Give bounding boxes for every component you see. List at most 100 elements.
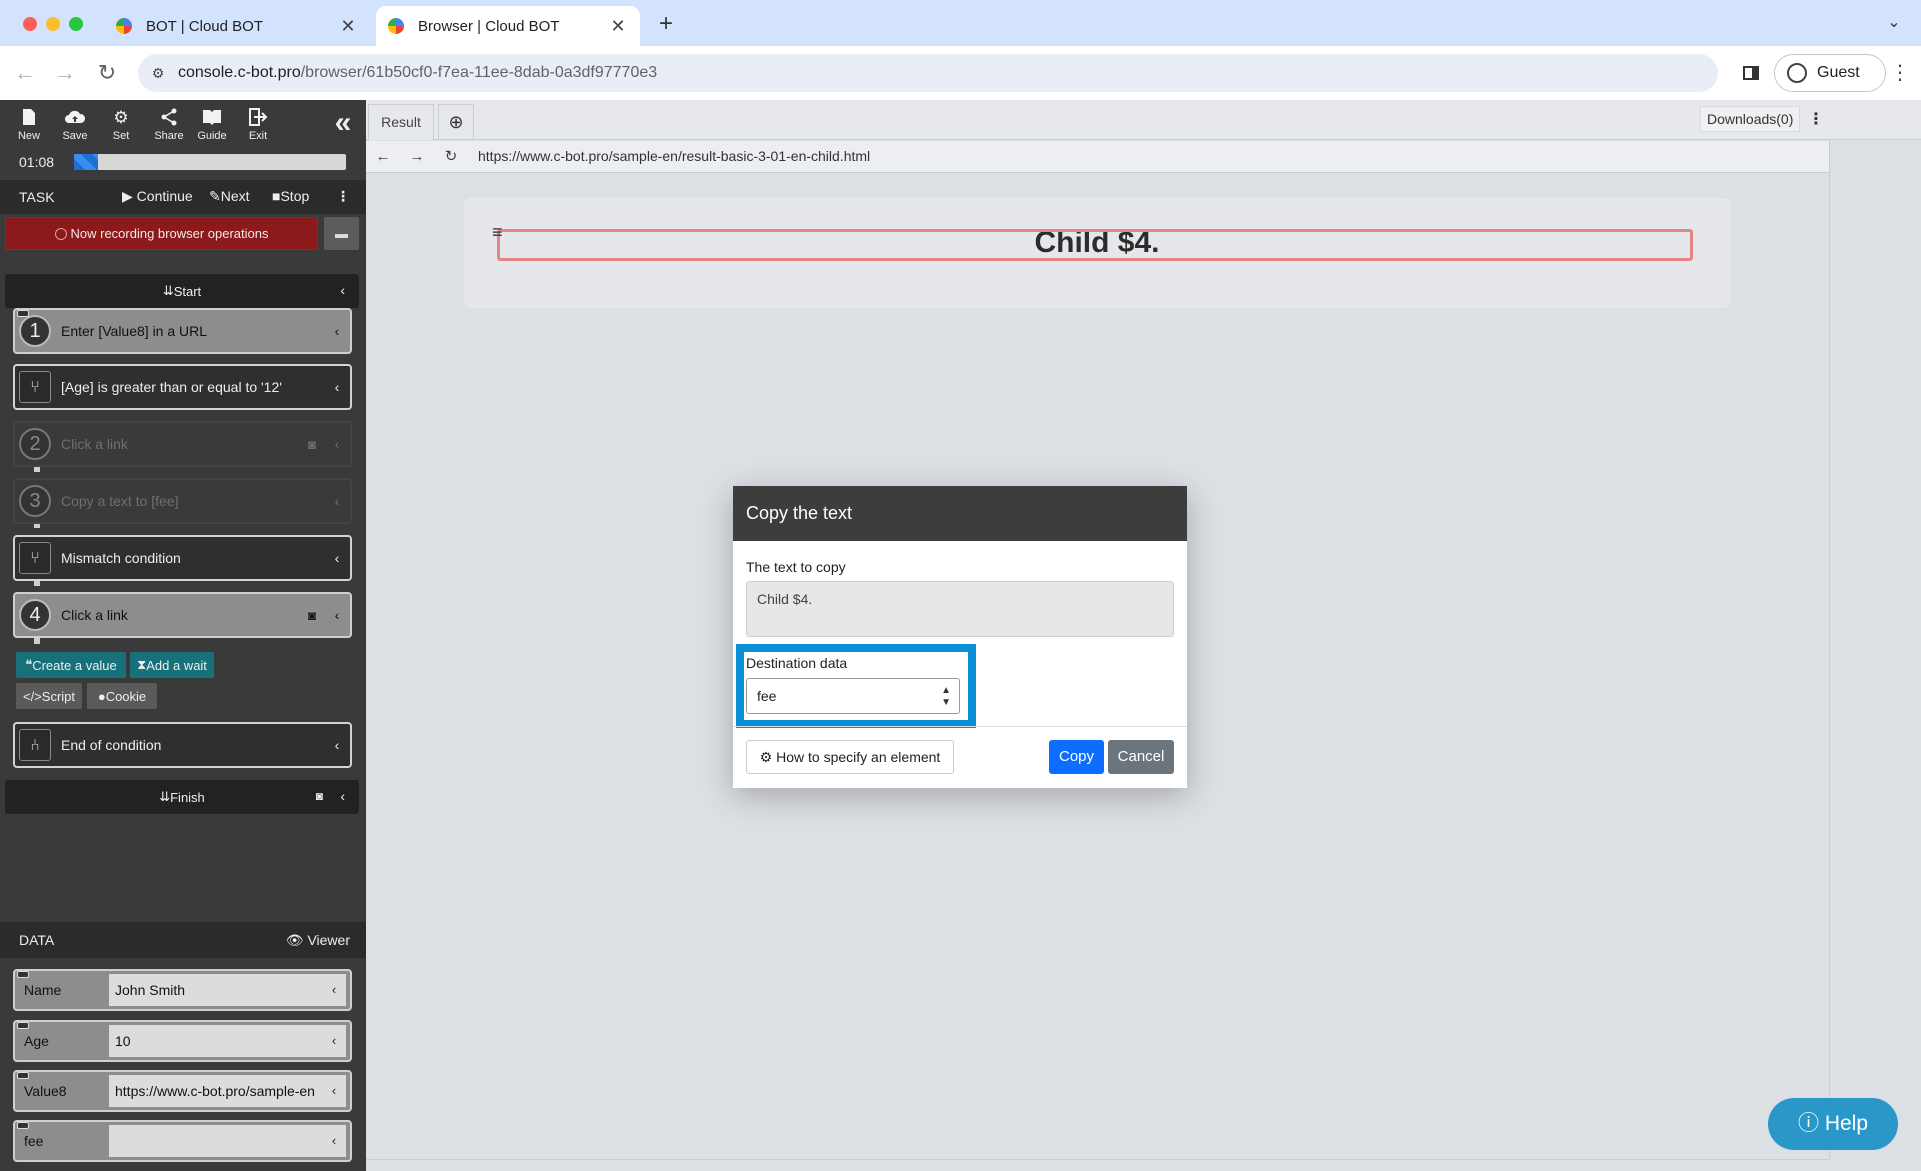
chevron-left-icon[interactable]: ‹ — [322, 974, 346, 1006]
add-tab-plus-icon[interactable]: ⊕ — [438, 104, 474, 140]
chevron-left-icon[interactable]: ‹ — [324, 379, 350, 395]
recording-panel-icon[interactable]: ▬ — [324, 217, 359, 250]
guide-button[interactable]: Guide — [190, 108, 234, 142]
step-3-copy-text[interactable]: 3 Copy a text to [fee] ‹ — [13, 478, 352, 524]
drag-handle-icon[interactable] — [17, 310, 29, 317]
share-button[interactable]: Share — [147, 108, 191, 142]
drag-handle-icon[interactable] — [17, 1072, 29, 1079]
address-bar[interactable]: ⚙ console.c-bot.pro/browser/61b50cf0-f7e… — [138, 54, 1718, 92]
stop-button[interactable]: ■Stop — [272, 188, 309, 204]
destination-data-select[interactable]: fee ▲ ▼ — [746, 678, 960, 714]
browser-tab-browser[interactable]: Browser | Cloud BOT ✕ — [376, 6, 640, 46]
start-bar[interactable]: ⇊ Start ‹ — [5, 274, 359, 308]
chevron-left-icon[interactable]: ‹ — [322, 1025, 346, 1057]
copy-button[interactable]: Copy — [1049, 740, 1104, 774]
tab-result[interactable]: Result — [368, 104, 434, 140]
data-row-name[interactable]: Name John Smith ‹ — [13, 969, 352, 1011]
step-condition-age[interactable]: ⑂ [Age] is greater than or equal to '12'… — [13, 364, 352, 410]
help-button[interactable]: ⓘ Help — [1768, 1098, 1898, 1150]
site-info-icon[interactable]: ⚙ — [138, 65, 178, 82]
add-wait-label: Add a wait — [146, 657, 207, 673]
collapse-panel-icon[interactable]: « — [326, 108, 360, 142]
finish-bar[interactable]: ⇊ Finish ◙ ‹ — [5, 780, 359, 814]
cancel-button[interactable]: Cancel — [1108, 740, 1174, 774]
step-4-click-link[interactable]: 4 Click a link ◙ ‹ — [13, 592, 352, 638]
camera-icon[interactable]: ◙ — [300, 437, 324, 452]
content-tab-bar: Result ⊕ Downloads(0) ⋮ — [366, 100, 1921, 140]
cookie-button[interactable]: ● Cookie — [87, 683, 157, 709]
script-button[interactable]: </> Script — [16, 683, 82, 709]
exit-button[interactable]: Exit — [236, 108, 280, 142]
expand-down-icon: ⇊ — [162, 283, 174, 298]
save-button[interactable]: Save — [53, 108, 97, 142]
chevron-left-icon[interactable]: ‹ — [322, 1125, 346, 1157]
chevron-left-icon[interactable]: ‹ — [324, 323, 350, 339]
new-button[interactable]: New — [7, 108, 51, 142]
tab-label: BOT | Cloud BOT — [146, 17, 263, 35]
how-to-specify-button[interactable]: ⚙ How to specify an element — [746, 740, 954, 774]
data-value[interactable]: John Smith — [109, 974, 322, 1006]
drag-handle-icon[interactable] — [17, 1122, 29, 1129]
chevron-left-icon[interactable]: ‹ — [324, 550, 350, 566]
next-button[interactable]: ✎Next — [209, 188, 250, 205]
chevron-left-icon[interactable]: ‹ — [322, 1075, 346, 1107]
back-arrow-icon[interactable]: ← — [10, 58, 40, 88]
close-icon[interactable]: ✕ — [608, 16, 628, 37]
window-maximize-button[interactable] — [69, 17, 83, 31]
camera-icon[interactable]: ◙ — [300, 608, 324, 623]
reload-icon[interactable]: ↻ — [92, 58, 122, 88]
data-row-fee[interactable]: fee ‹ — [13, 1120, 352, 1162]
create-value-button[interactable]: ❝ Create a value — [16, 652, 126, 678]
chevron-left-icon[interactable]: ‹ — [340, 788, 345, 804]
viewer-button[interactable]: 👁 Viewer — [286, 932, 350, 949]
tab-label: Browser | Cloud BOT — [418, 17, 560, 35]
side-panel-icon[interactable] — [1736, 58, 1766, 88]
embedded-url[interactable]: https://www.c-bot.pro/sample-en/result-b… — [478, 148, 870, 164]
window-minimize-button[interactable] — [46, 17, 60, 31]
drag-handle-icon[interactable] — [17, 971, 29, 978]
chevron-left-icon[interactable]: ‹ — [324, 493, 350, 509]
text-to-copy-field[interactable]: Child $4. — [746, 581, 1174, 637]
chevron-left-icon[interactable]: ‹ — [324, 436, 350, 452]
data-value[interactable]: 10 — [109, 1025, 322, 1057]
eye-icon: 👁 — [285, 932, 304, 948]
forward-arrow-icon[interactable]: → — [50, 58, 80, 88]
close-icon[interactable]: ✕ — [338, 16, 358, 37]
back-arrow-icon[interactable]: ← — [370, 145, 396, 169]
data-value[interactable]: https://www.c-bot.pro/sample-en — [109, 1075, 322, 1107]
window-close-button[interactable] — [23, 17, 37, 31]
reload-icon[interactable]: ↻ — [438, 145, 464, 169]
step-2-click-link[interactable]: 2 Click a link ◙ ‹ — [13, 421, 352, 467]
branch-icon: ⑂ — [19, 371, 51, 403]
settings-button[interactable]: ⚙ Set — [99, 108, 143, 142]
data-value[interactable] — [109, 1125, 322, 1157]
step-label: End of condition — [61, 737, 162, 753]
profile-button[interactable]: Guest — [1774, 54, 1886, 92]
data-row-value8[interactable]: Value8 https://www.c-bot.pro/sample-en ‹ — [13, 1070, 352, 1112]
element-highlight — [497, 229, 1693, 261]
downloads-button[interactable]: Downloads(0) — [1700, 106, 1801, 132]
chevron-left-icon[interactable]: ‹ — [324, 737, 350, 753]
content-menu-icon[interactable]: ⋮ — [1808, 108, 1824, 132]
step-label: Mismatch condition — [61, 550, 181, 566]
add-wait-button[interactable]: ⧗ Add a wait — [130, 652, 214, 678]
set-label: Set — [112, 130, 130, 142]
drag-handle-icon[interactable] — [17, 1022, 29, 1029]
chevron-left-icon[interactable]: ‹ — [324, 607, 350, 623]
task-menu-icon[interactable]: ⋮ — [336, 188, 350, 205]
camera-icon[interactable]: ◙ — [316, 789, 323, 803]
new-tab-plus-icon[interactable]: + — [654, 10, 678, 38]
step-mismatch-condition[interactable]: ⑂ Mismatch condition ‹ — [13, 535, 352, 581]
data-row-age[interactable]: Age 10 ‹ — [13, 1020, 352, 1062]
step-end-of-condition[interactable]: ⑃ End of condition ‹ — [13, 722, 352, 768]
tab-search-chevron-icon[interactable]: ⌄ — [1881, 10, 1907, 36]
continue-button[interactable]: ▶ Continue — [122, 188, 193, 205]
browser-menu-icon[interactable]: ⋮ — [1888, 58, 1912, 88]
step-1-enter-url[interactable]: 1 Enter [Value8] in a URL ‹ — [13, 308, 352, 354]
quote-icon: ❝ — [25, 657, 33, 672]
chevron-left-icon[interactable]: ‹ — [340, 282, 345, 298]
hamburger-icon[interactable]: ≡ — [492, 222, 503, 243]
browser-tab-bot[interactable]: BOT | Cloud BOT ✕ — [104, 6, 370, 46]
forward-arrow-icon[interactable]: → — [404, 145, 430, 169]
favicon-icon — [388, 18, 404, 34]
